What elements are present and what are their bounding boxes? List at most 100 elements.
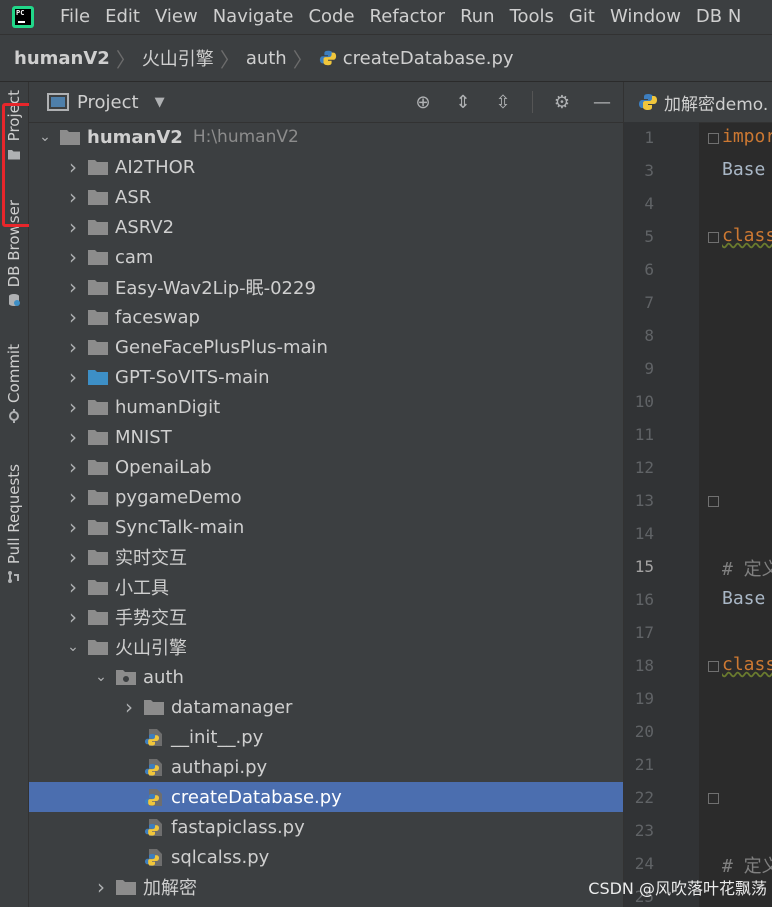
- chevron-right-icon[interactable]: ›: [65, 185, 81, 209]
- menu-bar: PC File Edit View Navigate Code Refactor Run To…: [0, 0, 772, 34]
- tree-folder-row[interactable]: › datamanager: [29, 692, 623, 722]
- chevron-down-icon[interactable]: ⌄: [37, 129, 53, 145]
- breadcrumb-item[interactable]: auth: [240, 48, 293, 69]
- project-panel-header: Project ▼ ⊕ ⇕ ⇳ ⚙ —: [29, 82, 623, 123]
- tree-folder-row[interactable]: › 小工具: [29, 572, 623, 602]
- tree-folder-row[interactable]: ⌄ auth: [29, 662, 623, 692]
- code-line[interactable]: Base: [722, 159, 765, 180]
- code-line[interactable]: class: [722, 654, 772, 675]
- breadcrumb-item[interactable]: humanV2: [0, 48, 116, 69]
- tree-folder-row[interactable]: › pygameDemo: [29, 482, 623, 512]
- tree-folder-row[interactable]: › faceswap: [29, 302, 623, 332]
- menu-window[interactable]: Window: [602, 0, 688, 34]
- menu-view[interactable]: View: [147, 0, 205, 34]
- tree-folder-row[interactable]: › 实时交互: [29, 542, 623, 572]
- menu-tools[interactable]: Tools: [502, 0, 561, 34]
- tree-item-label: 手势交互: [115, 608, 187, 629]
- collapse-all-icon[interactable]: ⇳: [492, 92, 514, 113]
- line-number: 4: [644, 194, 654, 213]
- tree-file-row[interactable]: ›authapi.py: [29, 752, 623, 782]
- code-line[interactable]: Base: [722, 588, 765, 609]
- gear-icon[interactable]: ⚙: [551, 92, 573, 113]
- menu-edit[interactable]: Edit: [97, 0, 147, 34]
- menu-navigate[interactable]: Navigate: [205, 0, 301, 34]
- chevron-right-icon[interactable]: ›: [65, 275, 81, 299]
- folder-icon: [88, 550, 108, 565]
- chevron-down-icon[interactable]: ▼: [155, 95, 165, 110]
- python-file-icon: [639, 94, 657, 110]
- chevron-right-icon[interactable]: ›: [65, 455, 81, 479]
- chevron-down-icon[interactable]: ⌄: [93, 669, 109, 685]
- line-number: 15: [634, 557, 654, 576]
- tree-folder-row[interactable]: › OpenaiLab: [29, 452, 623, 482]
- tree-folder-row[interactable]: › GeneFacePlusPlus-main: [29, 332, 623, 362]
- code-line[interactable]: # 定义: [722, 555, 772, 581]
- fold-marker-icon[interactable]: [708, 133, 719, 144]
- tree-folder-row[interactable]: › MNIST: [29, 422, 623, 452]
- tab-commit[interactable]: Commit: [0, 344, 28, 423]
- tree-folder-row[interactable]: ⌄ 火山引擎: [29, 632, 623, 662]
- menu-file[interactable]: File: [52, 0, 97, 34]
- fold-marker-icon[interactable]: [708, 496, 719, 507]
- editor-tab-label: 加解密demo.: [664, 94, 769, 115]
- tree-folder-row[interactable]: › GPT-SoVITS-main: [29, 362, 623, 392]
- tree-file-row[interactable]: ›createDatabase.py: [29, 782, 623, 812]
- chevron-right-icon[interactable]: ›: [65, 545, 81, 569]
- folder-icon: [88, 640, 108, 655]
- breadcrumb-item[interactable]: 火山引擎: [136, 45, 220, 71]
- pycharm-logo-icon: PC: [12, 6, 34, 28]
- tree-folder-row[interactable]: › Easy-Wav2Lip-眠-0229: [29, 272, 623, 302]
- chevron-right-icon[interactable]: ›: [65, 395, 81, 419]
- menu-db-n[interactable]: DB N: [688, 0, 748, 34]
- chevron-right-icon[interactable]: ›: [65, 245, 81, 269]
- chevron-right-icon[interactable]: ›: [65, 365, 81, 389]
- menu-code[interactable]: Code: [300, 0, 361, 34]
- breadcrumb-item[interactable]: createDatabase.py: [337, 48, 520, 69]
- chevron-right-icon[interactable]: ›: [65, 485, 81, 509]
- chevron-right-icon[interactable]: ›: [65, 425, 81, 449]
- menu-run[interactable]: Run: [452, 0, 502, 34]
- chevron-right-icon[interactable]: ›: [65, 515, 81, 539]
- chevron-right-icon[interactable]: ›: [65, 155, 81, 179]
- python-file-icon: [319, 50, 336, 66]
- menu-refactor[interactable]: Refactor: [362, 0, 453, 34]
- folder-icon: [88, 430, 108, 445]
- code-line[interactable]: impor: [722, 126, 772, 147]
- chevron-right-icon[interactable]: ›: [93, 875, 109, 899]
- tree-folder-row[interactable]: › cam: [29, 242, 623, 272]
- tree-folder-row[interactable]: › humanDigit: [29, 392, 623, 422]
- tree-folder-row[interactable]: › SyncTalk-main: [29, 512, 623, 542]
- chevron-right-icon[interactable]: ›: [65, 575, 81, 599]
- minimize-icon[interactable]: —: [591, 92, 613, 113]
- tree-file-row[interactable]: ›sqlcalss.py: [29, 842, 623, 872]
- tree-folder-row[interactable]: › ASR: [29, 182, 623, 212]
- fold-marker-icon[interactable]: [708, 661, 719, 672]
- tree-folder-row[interactable]: › 手势交互: [29, 602, 623, 632]
- chevron-right-icon[interactable]: ›: [65, 215, 81, 239]
- python-file-icon: [145, 849, 162, 866]
- chevron-right-icon[interactable]: ›: [65, 335, 81, 359]
- line-number: 20: [634, 722, 654, 741]
- tree-file-row[interactable]: ›fastapiclass.py: [29, 812, 623, 842]
- fold-marker-icon[interactable]: [708, 232, 719, 243]
- editor-tab[interactable]: 加解密demo.: [624, 82, 772, 123]
- chevron-right-icon[interactable]: ›: [65, 605, 81, 629]
- tree-folder-row[interactable]: › AI2THOR: [29, 152, 623, 182]
- chevron-down-icon[interactable]: ⌄: [65, 639, 81, 655]
- tree-folder-row[interactable]: › 加解密: [29, 872, 623, 902]
- project-panel-title[interactable]: Project: [77, 92, 139, 113]
- chevron-right-icon[interactable]: ›: [121, 695, 137, 719]
- chevron-right-icon[interactable]: ›: [65, 305, 81, 329]
- folder-icon: [88, 160, 108, 175]
- pull-request-icon: [8, 571, 19, 584]
- tree-file-row[interactable]: ›__init__.py: [29, 722, 623, 752]
- menu-git[interactable]: Git: [561, 0, 602, 34]
- code-line[interactable]: class: [722, 225, 772, 246]
- tab-pull-requests[interactable]: Pull Requests: [0, 464, 28, 584]
- fold-marker-icon[interactable]: [708, 793, 719, 804]
- tree-folder-row[interactable]: › ASRV2: [29, 212, 623, 242]
- locate-icon[interactable]: ⊕: [412, 92, 434, 113]
- tree-root-row[interactable]: ⌄ humanV2 H:\humanV2: [29, 122, 623, 152]
- tree-item-label: OpenaiLab: [115, 456, 212, 478]
- expand-all-icon[interactable]: ⇕: [452, 92, 474, 113]
